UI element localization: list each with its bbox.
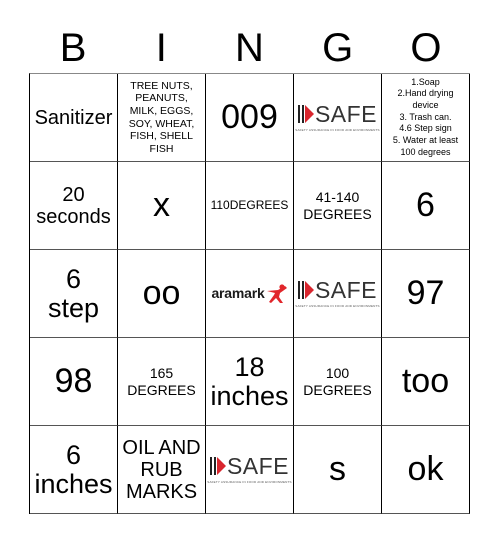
bingo-cell-b-3[interactable]: 6 step: [30, 250, 118, 338]
bingo-cell-b-2[interactable]: 20 seconds: [30, 162, 118, 250]
cell-text: Sanitizer: [34, 106, 113, 129]
safe-logo-word: SAFE: [314, 277, 378, 304]
safe-logo: SAFE SAFETY ASSURANCE IN FOOD AND ENVIRO…: [295, 101, 380, 133]
aramark-star-person-icon: [266, 283, 288, 304]
header-letter-o: O: [410, 26, 442, 70]
cell-text: 1.Soap 2.Hand drying device 3. Trash can…: [392, 76, 459, 157]
bingo-cell-b-4[interactable]: 98: [30, 338, 118, 426]
cell-text: x: [153, 185, 170, 224]
bingo-cell-g-3[interactable]: SAFE SAFETY ASSURANCE IN FOOD AND ENVIRO…: [294, 250, 382, 338]
safe-logo: SAFE SAFETY ASSURANCE IN FOOD AND ENVIRO…: [207, 453, 292, 485]
safe-bars-icon: [297, 281, 304, 300]
bingo-cell-g-2[interactable]: 41-140 DEGREES: [294, 162, 382, 250]
safe-logo-word: SAFE: [314, 101, 378, 128]
safe-arrow-icon: [304, 281, 314, 300]
safe-logo-word: SAFE: [226, 453, 290, 480]
cell-text: too: [401, 361, 450, 400]
cell-text: s: [329, 449, 346, 488]
bingo-cell-o-3[interactable]: 97: [382, 250, 470, 338]
cell-text: 110DEGREES: [210, 198, 289, 213]
cell-text: 009: [221, 97, 278, 136]
safe-arrow-icon: [216, 457, 226, 476]
cell-text: 6 inches: [34, 440, 113, 499]
bingo-cell-o-4[interactable]: too: [382, 338, 470, 426]
bingo-cell-i-4[interactable]: 165 DEGREES: [118, 338, 206, 426]
bingo-cell-i-2[interactable]: x: [118, 162, 206, 250]
bingo-cell-b-5[interactable]: 6 inches: [30, 426, 118, 514]
bingo-board: Sanitizer TREE NUTS, PEANUTS, MILK, EGGS,…: [29, 73, 470, 514]
bingo-cell-n-4[interactable]: 18 inches: [206, 338, 294, 426]
bingo-cell-o-1[interactable]: 1.Soap 2.Hand drying device 3. Trash can…: [382, 74, 470, 162]
cell-text: 18 inches: [210, 352, 289, 411]
safe-logo: SAFE SAFETY ASSURANCE IN FOOD AND ENVIRO…: [295, 277, 380, 309]
bingo-cell-i-3[interactable]: oo: [118, 250, 206, 338]
cell-text: ok: [407, 449, 444, 488]
bingo-cell-o-2[interactable]: 6: [382, 162, 470, 250]
cell-text: TREE NUTS, PEANUTS, MILK, EGGS, SOY, WHE…: [128, 79, 195, 155]
cell-text: 6 step: [47, 264, 100, 323]
safe-arrow-icon: [304, 105, 314, 124]
bingo-cell-g-4[interactable]: 100 DEGREES: [294, 338, 382, 426]
bingo-cell-o-5[interactable]: ok: [382, 426, 470, 514]
bingo-cell-i-1[interactable]: TREE NUTS, PEANUTS, MILK, EGGS, SOY, WHE…: [118, 74, 206, 162]
aramark-logo: aramark: [211, 283, 288, 304]
cell-text: 20 seconds: [36, 183, 111, 228]
aramark-logo-word: aramark: [211, 284, 265, 301]
bingo-cell-i-5[interactable]: OIL AND RUB MARKS: [118, 426, 206, 514]
bingo-header: B I N G O: [29, 24, 470, 72]
header-letter-g: G: [322, 26, 354, 70]
cell-text: 41-140 DEGREES: [303, 188, 372, 222]
safe-bars-icon: [297, 105, 304, 124]
safe-logo-tagline: SAFETY ASSURANCE IN FOOD AND ENVIRONMENT…: [295, 304, 380, 309]
cell-text: OIL AND RUB MARKS: [122, 436, 201, 503]
header-letter-b: B: [59, 26, 87, 70]
bingo-cell-n-2[interactable]: 110DEGREES: [206, 162, 294, 250]
bingo-cell-g-5[interactable]: s: [294, 426, 382, 514]
bingo-cell-b-1[interactable]: Sanitizer: [30, 74, 118, 162]
header-letter-i: I: [155, 26, 167, 70]
bingo-cell-n-3[interactable]: aramark: [206, 250, 294, 338]
cell-text: 100 DEGREES: [303, 364, 372, 398]
safe-bars-icon: [209, 457, 216, 476]
cell-text: 6: [416, 185, 435, 224]
cell-text: 165 DEGREES: [127, 364, 196, 398]
bingo-cell-n-5[interactable]: SAFE SAFETY ASSURANCE IN FOOD AND ENVIRO…: [206, 426, 294, 514]
safe-logo-tagline: SAFETY ASSURANCE IN FOOD AND ENVIRONMENT…: [207, 480, 292, 485]
safe-logo-tagline: SAFETY ASSURANCE IN FOOD AND ENVIRONMENT…: [295, 128, 380, 133]
header-letter-n: N: [235, 26, 264, 70]
cell-text: oo: [142, 273, 181, 312]
cell-text: 97: [406, 273, 445, 312]
bingo-cell-g-1[interactable]: SAFE SAFETY ASSURANCE IN FOOD AND ENVIRO…: [294, 74, 382, 162]
cell-text: 98: [54, 361, 93, 400]
bingo-cell-n-1[interactable]: 009: [206, 74, 294, 162]
